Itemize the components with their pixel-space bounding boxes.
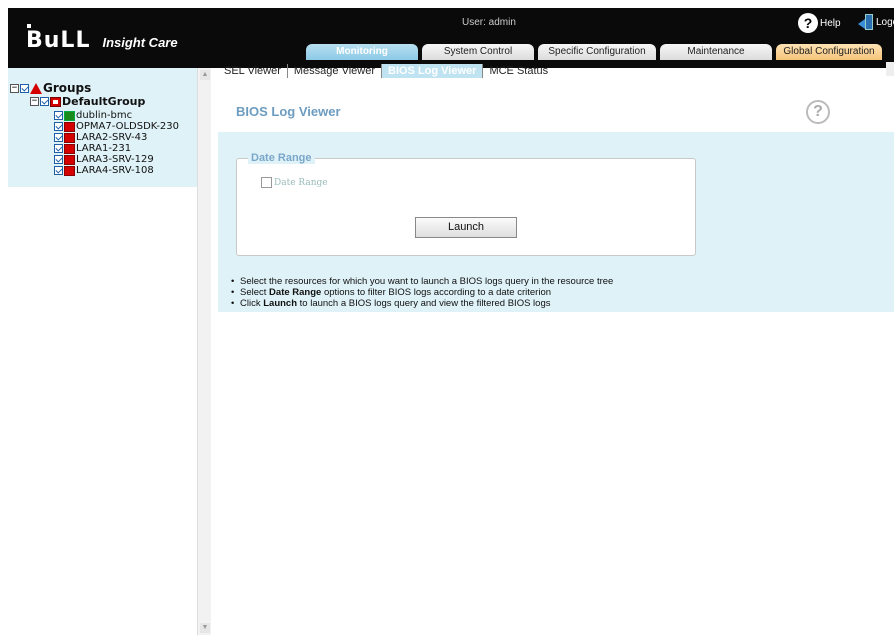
logout-link[interactable]: Logou — [858, 13, 894, 31]
server-error-icon — [64, 132, 75, 143]
brand-name: Insight Care — [102, 35, 178, 50]
tab-system-control[interactable]: System Control — [422, 44, 534, 60]
content-empty-area — [218, 312, 894, 635]
tab-global-configuration[interactable]: Global Configuration — [776, 44, 882, 60]
subtab-mce-status[interactable]: MCE Status — [483, 64, 554, 78]
instructions-list: Select the resources for which you want … — [230, 276, 613, 309]
tree-node[interactable]: LARA4-SRV-108 — [54, 165, 154, 176]
logout-icon — [858, 13, 874, 31]
bull-logo: BuLL — [26, 24, 90, 52]
collapse-icon[interactable]: − — [10, 83, 19, 93]
logout-label: Logou — [876, 16, 894, 28]
date-range-checkbox-label: Date Range — [274, 177, 328, 188]
checkbox-icon[interactable] — [54, 144, 63, 153]
tree-node-label: dublin-bmc — [76, 110, 133, 121]
tab-specific-configuration[interactable]: Specific Configuration — [538, 44, 656, 60]
scroll-down-icon[interactable]: ▼ — [200, 623, 210, 633]
server-ok-icon — [64, 110, 75, 121]
tree-group-label: DefaultGroup — [62, 95, 146, 108]
checkbox-icon[interactable] — [54, 133, 63, 142]
subtab-bios-log-viewer[interactable]: BIOS Log Viewer — [382, 64, 484, 78]
page-title: BIOS Log Viewer — [236, 104, 341, 119]
instruction-item: Select the resources for which you want … — [230, 276, 613, 287]
date-range-fieldset — [236, 158, 696, 256]
server-error-icon — [64, 121, 75, 132]
checkbox-icon[interactable] — [40, 97, 49, 106]
tree-node[interactable]: LARA2-SRV-43 — [54, 132, 147, 143]
instruction-item: Click Launch to launch a BIOS logs query… — [230, 298, 613, 309]
content-scroll-stub[interactable] — [886, 62, 894, 76]
tree-node[interactable]: dublin-bmc — [54, 110, 132, 121]
server-error-icon — [64, 154, 75, 165]
tree-node-label: OPMA7-OLDSDK-230 — [76, 121, 180, 132]
tree-node[interactable]: LARA3-SRV-129 — [54, 154, 154, 165]
help-label: Help — [820, 17, 841, 29]
tree-node-label: LARA3-SRV-129 — [76, 154, 154, 165]
subtab-message-viewer[interactable]: Message Viewer — [288, 64, 382, 78]
server-error-icon — [64, 143, 75, 154]
sub-tabs: SEL Viewer Message Viewer BIOS Log Viewe… — [218, 62, 554, 80]
alert-triangle-icon — [30, 82, 42, 94]
server-error-icon — [64, 165, 75, 176]
help-link[interactable]: ? Help — [798, 13, 841, 33]
brand: BuLL Insight Care — [26, 24, 178, 52]
tree-scrollbar[interactable]: ▲ ▼ — [197, 68, 211, 635]
tree-root[interactable]: − Groups — [10, 81, 91, 95]
tree-node-label: LARA2-SRV-43 — [76, 132, 148, 143]
tree-node[interactable]: LARA1-231 — [54, 143, 131, 154]
checkbox-icon[interactable] — [20, 83, 29, 93]
tree-node-label: LARA1-231 — [76, 143, 132, 154]
launch-button[interactable]: Launch — [415, 217, 517, 238]
user-label: User: admin — [462, 17, 516, 28]
date-range-legend: Date Range — [248, 152, 315, 164]
checkbox-icon[interactable] — [54, 155, 63, 164]
tree-group[interactable]: − DefaultGroup — [30, 95, 145, 108]
subtab-sel-viewer[interactable]: SEL Viewer — [218, 64, 288, 78]
checkbox-icon[interactable] — [54, 122, 63, 131]
date-range-checkbox[interactable]: Date Range — [261, 177, 328, 188]
help-icon: ? — [798, 13, 818, 33]
checkbox-icon[interactable] — [261, 177, 272, 188]
tab-maintenance[interactable]: Maintenance — [660, 44, 772, 60]
group-icon — [50, 96, 61, 107]
checkbox-icon[interactable] — [54, 111, 63, 120]
help-icon[interactable]: ? — [806, 100, 830, 124]
instruction-item: Select Date Range options to filter BIOS… — [230, 287, 613, 298]
resource-tree-panel: − Groups − DefaultGroup dublin-bmc OPMA7… — [8, 68, 204, 635]
collapse-icon[interactable]: − — [30, 97, 39, 106]
tree-node[interactable]: OPMA7-OLDSDK-230 — [54, 121, 179, 132]
tab-monitoring[interactable]: Monitoring — [306, 44, 418, 60]
scroll-up-icon[interactable]: ▲ — [200, 70, 210, 80]
main-tabs: Monitoring System Control Specific Confi… — [306, 44, 882, 60]
tree-node-label: LARA4-SRV-108 — [76, 165, 154, 176]
tree-root-label: Groups — [43, 81, 92, 95]
checkbox-icon[interactable] — [54, 166, 63, 175]
